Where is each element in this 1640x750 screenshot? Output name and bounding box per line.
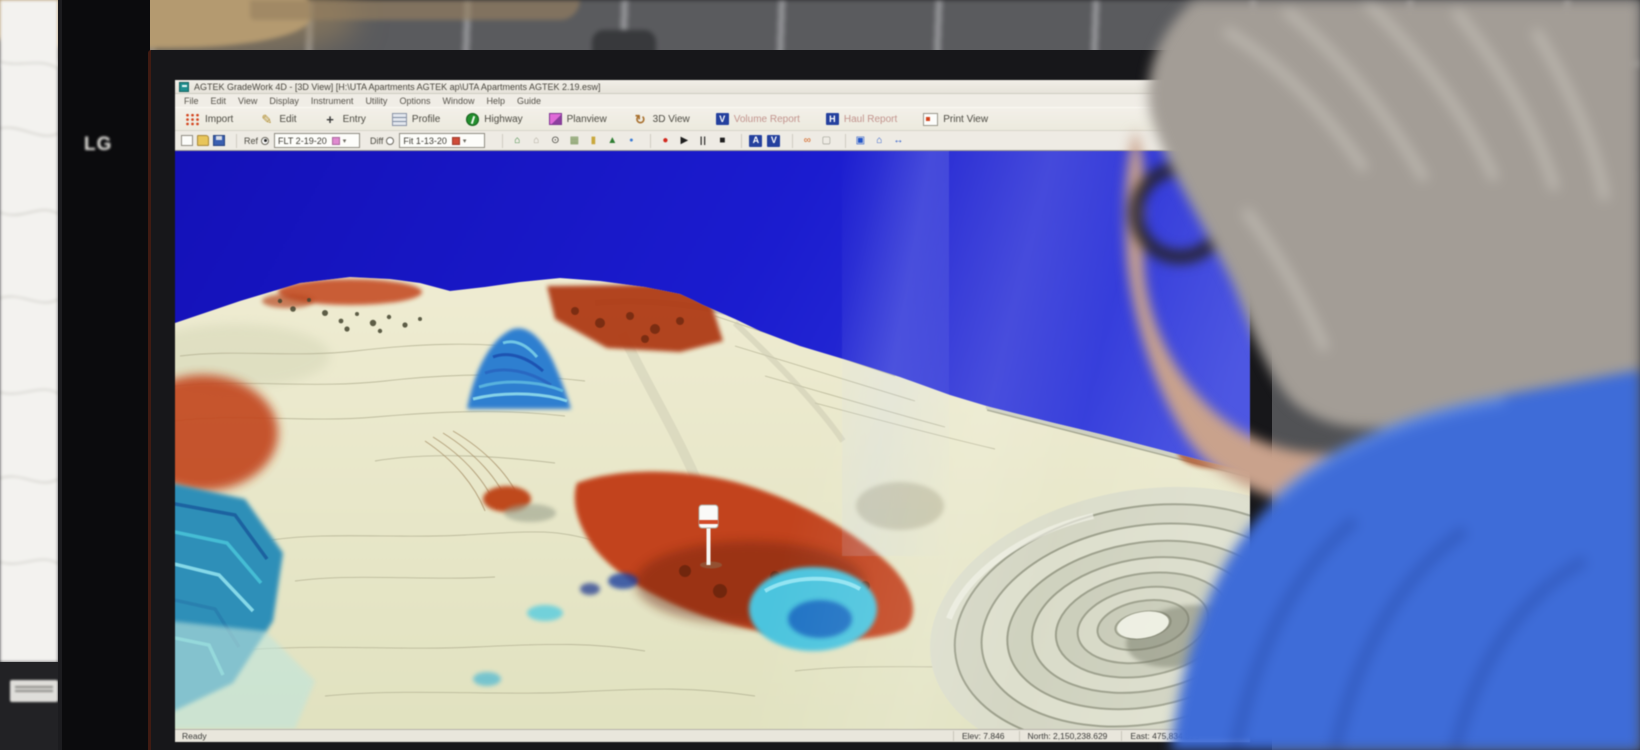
menu-help[interactable]: Help bbox=[480, 96, 511, 106]
highway-button[interactable]: Highway bbox=[466, 113, 522, 126]
flag-icon[interactable]: ▲ bbox=[605, 134, 619, 147]
highway-icon bbox=[466, 113, 479, 126]
haul-report-button[interactable]: H Haul Report bbox=[826, 113, 897, 125]
window-title: AGTEK GradeWork 4D - [3D View] [H:\UTA A… bbox=[194, 82, 601, 92]
person-silhouette bbox=[1075, 0, 1640, 750]
menu-instrument[interactable]: Instrument bbox=[305, 96, 360, 106]
menu-display[interactable]: Display bbox=[263, 96, 305, 106]
app-icon bbox=[179, 82, 189, 92]
new-file-icon[interactable] bbox=[181, 135, 193, 146]
house-icon[interactable]: ⌂ bbox=[872, 134, 886, 147]
ref-label: Ref bbox=[244, 136, 258, 146]
chevron-down-icon: ▾ bbox=[463, 137, 467, 145]
pause-icon[interactable]: || bbox=[696, 134, 710, 147]
droplet-icon[interactable]: ● bbox=[624, 134, 638, 147]
glasses-icon[interactable]: ∞ bbox=[800, 134, 814, 147]
lg-logo: LG bbox=[84, 134, 128, 156]
marker-icon[interactable]: ▮ bbox=[586, 134, 600, 147]
menu-guide[interactable]: Guide bbox=[511, 96, 547, 106]
menu-edit[interactable]: Edit bbox=[205, 96, 233, 106]
menu-file[interactable]: File bbox=[178, 96, 205, 106]
play-icon[interactable]: ▶ bbox=[677, 134, 691, 147]
ref-radio[interactable] bbox=[261, 137, 269, 145]
menu-utility[interactable]: Utility bbox=[359, 96, 393, 106]
profile-button[interactable]: Profile bbox=[392, 113, 440, 126]
open-folder-icon[interactable] bbox=[197, 135, 209, 146]
save-icon[interactable] bbox=[213, 135, 225, 146]
import-icon bbox=[185, 113, 200, 126]
home-icon[interactable]: ⌂ bbox=[510, 134, 524, 147]
print-view-icon bbox=[923, 113, 938, 126]
import-button[interactable]: Import bbox=[185, 113, 233, 126]
snapshot-icon[interactable]: ▢ bbox=[819, 134, 833, 147]
diff-label: Diff bbox=[370, 136, 383, 146]
edit-button[interactable]: ✎ Edit bbox=[259, 113, 296, 126]
status-elevation: Elev: 7.846 bbox=[953, 731, 1005, 741]
ref-color-swatch bbox=[332, 137, 340, 145]
photo-scene: LG AGTEK GradeWork 4D - [3D View] [H:\UT… bbox=[0, 0, 1640, 750]
print-view-button[interactable]: Print View bbox=[923, 113, 988, 126]
grid-icon[interactable]: ▦ bbox=[567, 134, 581, 147]
3d-view-icon: ↻ bbox=[633, 113, 648, 126]
pan-icon[interactable]: ↔ bbox=[891, 134, 905, 147]
diff-radio[interactable] bbox=[386, 137, 394, 145]
volume-report-button[interactable]: V Volume Report bbox=[716, 113, 800, 125]
3d-view-button[interactable]: ↻ 3D View bbox=[633, 113, 690, 126]
haul-report-icon: H bbox=[826, 113, 839, 125]
planview-icon bbox=[549, 113, 562, 125]
ref-surface-dropdown[interactable]: FLT 2-19-20 ▾ bbox=[274, 133, 360, 148]
chevron-down-icon: ▾ bbox=[343, 137, 347, 145]
record-icon[interactable]: ● bbox=[658, 134, 672, 147]
view-a-button[interactable]: A bbox=[749, 135, 762, 147]
menu-view[interactable]: View bbox=[232, 96, 263, 106]
entry-button[interactable]: + Entry bbox=[323, 113, 366, 126]
diff-color-swatch bbox=[452, 137, 460, 145]
volume-report-icon: V bbox=[716, 113, 729, 125]
profile-icon bbox=[392, 113, 407, 126]
person-foreground bbox=[1075, 0, 1640, 750]
zoom-indicator-tag bbox=[10, 680, 58, 702]
planview-button[interactable]: Planview bbox=[549, 113, 607, 125]
stop-icon[interactable]: ■ bbox=[715, 134, 729, 147]
secondary-monitor-bezel-bottom bbox=[0, 662, 58, 750]
person-hair bbox=[1148, 0, 1640, 428]
contour-plan-preview bbox=[0, 0, 58, 662]
menu-window[interactable]: Window bbox=[436, 96, 480, 106]
secondary-monitor-screen bbox=[0, 0, 58, 662]
status-ready: Ready bbox=[175, 731, 207, 741]
plus-icon: + bbox=[323, 113, 338, 126]
diff-surface-dropdown[interactable]: Fit 1-13-20 ▾ bbox=[399, 133, 485, 148]
pencil-icon: ✎ bbox=[259, 113, 274, 126]
truck-icon[interactable]: ▣ bbox=[853, 134, 867, 147]
counter-edge bbox=[250, 0, 580, 20]
secondary-monitor-bezel bbox=[58, 0, 150, 750]
terrain-home-icon[interactable]: ⌂ bbox=[529, 134, 543, 147]
secondary-monitor: LG bbox=[0, 0, 150, 750]
view-v-button[interactable]: V bbox=[767, 135, 780, 147]
menu-options[interactable]: Options bbox=[393, 96, 436, 106]
zoom-lens-icon[interactable]: ⊙ bbox=[548, 134, 562, 147]
